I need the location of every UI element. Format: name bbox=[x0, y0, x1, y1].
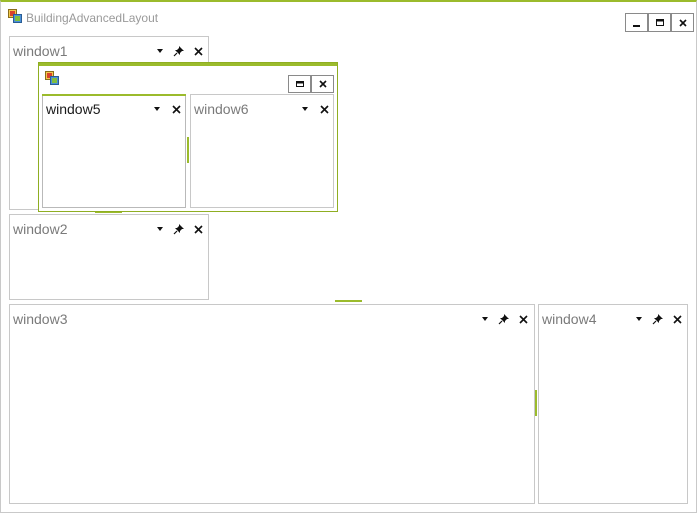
pane-title: window6 bbox=[194, 101, 249, 117]
pane-window4[interactable]: window4 bbox=[538, 304, 688, 504]
pane-window5[interactable]: window5 bbox=[42, 94, 186, 208]
pin-icon[interactable] bbox=[172, 222, 186, 236]
close-icon bbox=[318, 80, 327, 88]
window-title: BuildingAdvancedLayout bbox=[26, 11, 159, 25]
close-icon[interactable] bbox=[516, 312, 530, 326]
maximize-button[interactable] bbox=[288, 75, 311, 93]
maximize-button[interactable] bbox=[648, 13, 671, 32]
pin-icon[interactable] bbox=[651, 312, 665, 326]
maximize-icon bbox=[295, 81, 304, 87]
splitter-handle[interactable] bbox=[335, 300, 362, 302]
maximize-icon bbox=[655, 18, 664, 26]
pane-title: window2 bbox=[13, 221, 68, 237]
close-button[interactable] bbox=[311, 75, 334, 93]
pin-icon[interactable] bbox=[497, 312, 511, 326]
dropdown-icon[interactable] bbox=[478, 312, 492, 326]
pin-icon[interactable] bbox=[172, 44, 186, 58]
pane-title: window5 bbox=[46, 101, 101, 117]
app-icon bbox=[8, 9, 22, 23]
dropdown-icon[interactable] bbox=[150, 102, 164, 116]
pane-title: window3 bbox=[13, 311, 68, 327]
close-icon[interactable] bbox=[670, 312, 684, 326]
floating-window-accent bbox=[39, 63, 337, 66]
dropdown-icon[interactable] bbox=[153, 222, 167, 236]
close-icon bbox=[678, 18, 687, 27]
dropdown-icon[interactable] bbox=[632, 312, 646, 326]
splitter-handle[interactable] bbox=[187, 137, 189, 163]
close-icon[interactable] bbox=[169, 102, 183, 116]
dropdown-icon[interactable] bbox=[298, 102, 312, 116]
close-icon[interactable] bbox=[191, 44, 205, 58]
pane-window2[interactable]: window2 bbox=[9, 214, 209, 300]
pane-window6[interactable]: window6 bbox=[190, 94, 334, 208]
close-button[interactable] bbox=[671, 13, 694, 32]
pane-title: window4 bbox=[542, 311, 597, 327]
minimize-button[interactable] bbox=[625, 13, 648, 32]
app-icon bbox=[45, 71, 59, 85]
close-icon[interactable] bbox=[191, 222, 205, 236]
close-icon[interactable] bbox=[317, 102, 331, 116]
floating-window[interactable]: window5 window6 bbox=[38, 62, 338, 212]
active-indicator bbox=[42, 94, 186, 96]
pane-window3[interactable]: window3 bbox=[9, 304, 535, 504]
splitter-handle[interactable] bbox=[535, 390, 537, 416]
pane-title: window1 bbox=[13, 43, 68, 59]
minimize-icon bbox=[632, 24, 640, 27]
dropdown-icon[interactable] bbox=[153, 44, 167, 58]
